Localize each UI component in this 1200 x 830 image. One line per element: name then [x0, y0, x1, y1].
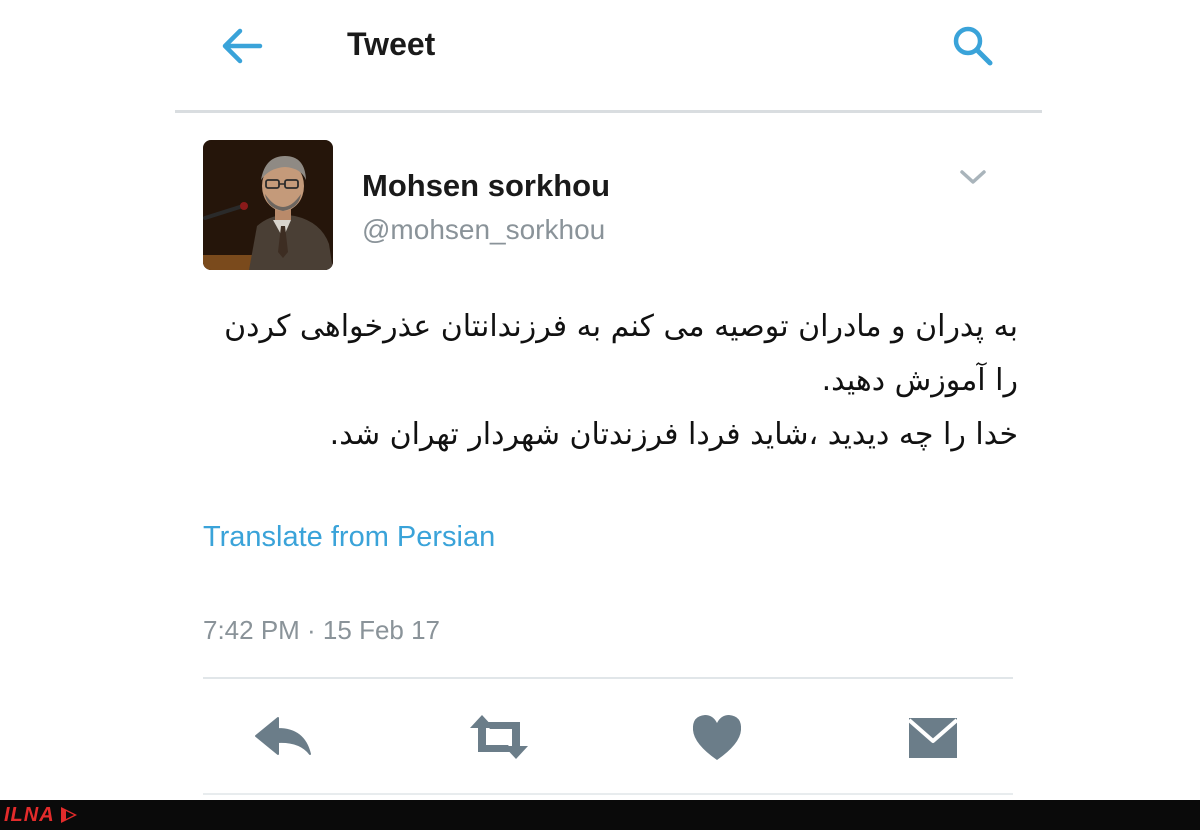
avatar[interactable]: [203, 140, 333, 270]
search-icon: [953, 26, 993, 66]
profile-photo: [203, 140, 333, 270]
message-button[interactable]: [898, 708, 968, 766]
back-button[interactable]: [216, 24, 268, 68]
page-title: Tweet: [347, 26, 436, 62]
watermark-text: ILNA: [4, 803, 55, 826]
search-button[interactable]: [948, 22, 998, 70]
watermark-bar: ILNA: [0, 800, 1200, 830]
like-button[interactable]: [682, 708, 752, 766]
retweet-button[interactable]: [464, 708, 534, 766]
envelope-icon: [907, 718, 959, 758]
heart-icon: [692, 715, 742, 760]
display-name[interactable]: Mohsen sorkhou: [362, 168, 610, 204]
bottom-divider: [203, 793, 1013, 795]
tweet-menu-button[interactable]: [955, 162, 991, 192]
ilna-logo: ILNA: [4, 803, 83, 827]
tweet-text: به پدران و مادران توصیه می کنم به فرزندا…: [224, 309, 1018, 452]
arrow-left-icon: [222, 28, 263, 64]
tweet-detail-screen: Tweet Mohsen sorkhou @mohsen_sorkhou به …: [0, 0, 1200, 830]
user-handle: @mohsen_sorkhou: [362, 214, 606, 245]
retweet-icon: [470, 715, 528, 759]
tweet-timestamp: 7:42 PM · 15 Feb 17: [203, 615, 441, 645]
reply-icon: [255, 717, 311, 755]
top-bar: Tweet: [0, 0, 1200, 113]
actions-divider: [203, 677, 1013, 679]
translate-link[interactable]: Translate from Persian: [203, 521, 495, 554]
header-divider: [175, 110, 1042, 113]
reply-button[interactable]: [248, 708, 318, 766]
play-arrow-icon: [60, 807, 77, 823]
chevron-down-icon: [960, 170, 986, 184]
